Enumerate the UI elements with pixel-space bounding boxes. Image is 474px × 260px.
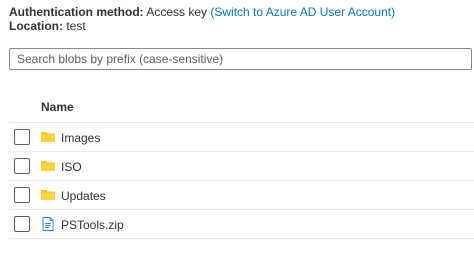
table-header: Name <box>9 92 474 123</box>
search-box <box>9 48 472 70</box>
row-checkbox[interactable] <box>14 216 30 232</box>
row-name[interactable]: ISO <box>61 160 82 174</box>
table-row[interactable]: Images <box>9 123 474 152</box>
table-row[interactable]: ISO <box>9 152 474 181</box>
switch-auth-link[interactable]: (Switch to Azure AD User Account) <box>210 5 395 19</box>
row-checkbox[interactable] <box>14 129 30 145</box>
folder-icon <box>40 129 56 145</box>
folder-icon <box>40 187 56 203</box>
row-name[interactable]: PSTools.zip <box>61 218 124 232</box>
row-checkbox[interactable] <box>14 187 30 203</box>
auth-method-row: Authentication method: Access key (Switc… <box>9 5 395 19</box>
location-label: Location: <box>9 19 63 33</box>
auth-method-value: Access key <box>146 5 208 19</box>
location-row: Location: test <box>9 19 86 33</box>
blob-table: Name Images ISO Updates PSTools.zip <box>9 92 474 239</box>
auth-method-label: Authentication method: <box>9 5 144 19</box>
row-name[interactable]: Images <box>61 131 100 145</box>
file-icon <box>40 216 56 232</box>
table-row[interactable]: Updates <box>9 181 474 210</box>
column-header-name[interactable]: Name <box>41 100 74 114</box>
folder-icon <box>40 158 56 174</box>
location-value: test <box>66 19 86 33</box>
row-checkbox[interactable] <box>14 158 30 174</box>
table-row[interactable]: PSTools.zip <box>9 210 474 239</box>
row-name[interactable]: Updates <box>61 189 106 203</box>
search-input[interactable] <box>10 49 471 69</box>
